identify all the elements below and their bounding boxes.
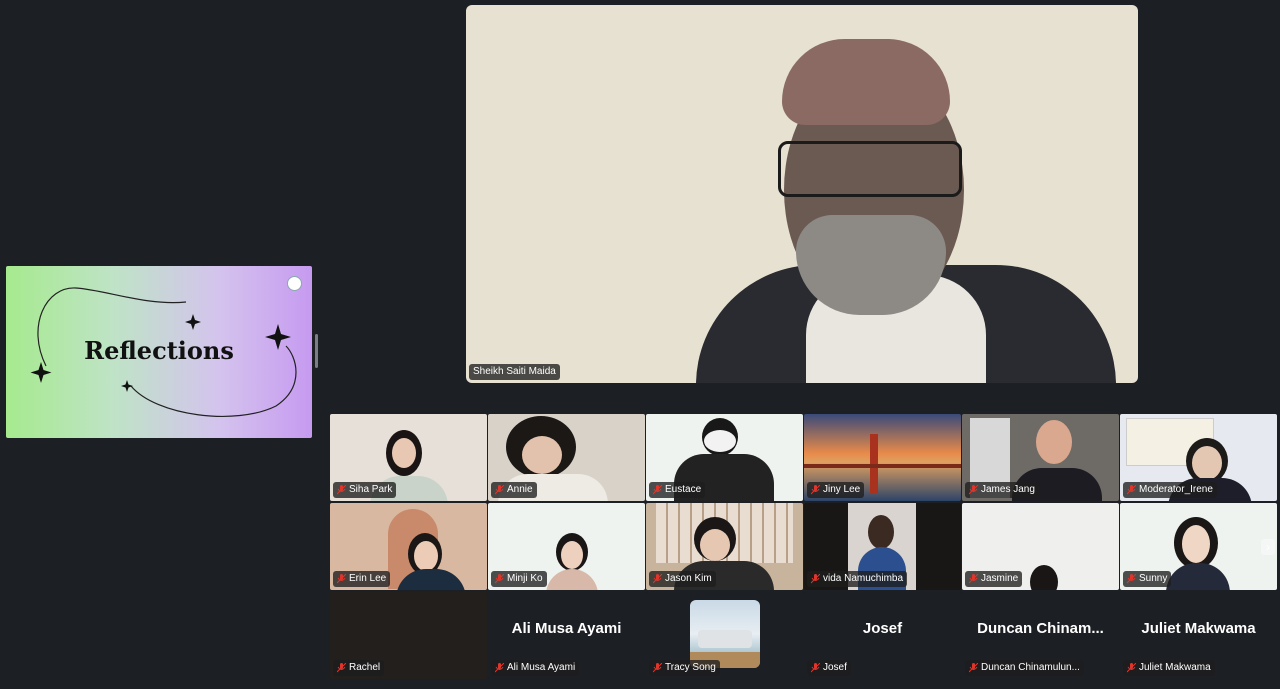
mic-muted-icon (1127, 662, 1136, 673)
mic-muted-icon (495, 573, 504, 584)
participant-name: vida Namuchimba (823, 573, 904, 584)
participant-tile[interactable]: Erin Lee (330, 503, 487, 590)
participant-tile[interactable]: Rachel (330, 592, 487, 679)
participant-tile[interactable]: › Sunny (1120, 503, 1277, 590)
mic-muted-icon (337, 484, 346, 495)
participant-tile[interactable]: Tracy Song (646, 592, 803, 679)
participant-tile[interactable]: Jason Kim (646, 503, 803, 590)
participant-tile[interactable]: Moderator_Irene (1120, 414, 1277, 501)
participant-name: James Jang (981, 484, 1035, 495)
participant-name: Annie (507, 484, 533, 495)
panel-resize-handle[interactable] (315, 334, 318, 368)
participant-tile[interactable]: Eustace (646, 414, 803, 501)
mic-muted-icon (969, 662, 978, 673)
participant-name: Moderator_Irene (1139, 484, 1213, 495)
mic-muted-icon (337, 662, 346, 673)
mic-muted-icon (1127, 484, 1136, 495)
participant-name: Ali Musa Ayami (507, 662, 576, 673)
participant-name: Jason Kim (665, 573, 712, 584)
participant-name: Rachel (349, 662, 381, 673)
slide-logo-icon (287, 276, 302, 291)
participant-display-name: Josef (862, 620, 903, 637)
slide-title: Reflections (84, 336, 234, 365)
participant-name: Siha Park (349, 484, 393, 495)
mic-muted-icon (969, 573, 978, 584)
mic-muted-icon (811, 573, 820, 584)
participant-name: Jasmine (981, 573, 1019, 584)
speaker-name: Sheikh Saiti Maida (473, 366, 556, 377)
participant-tile[interactable]: Annie (488, 414, 645, 501)
mic-muted-icon (653, 662, 662, 673)
participant-name: Jiny Lee (823, 484, 861, 495)
mic-muted-icon (1127, 573, 1136, 584)
participant-tile[interactable]: Ali Musa Ayami Ali Musa Ayami (488, 592, 645, 679)
mic-muted-icon (653, 484, 662, 495)
participant-tile[interactable]: Minji Ko (488, 503, 645, 590)
participant-tile[interactable]: Josef Josef (804, 592, 961, 679)
shared-screen-slide[interactable]: Reflections (6, 266, 312, 438)
chevron-right-icon[interactable]: › (1261, 539, 1275, 555)
participant-name: Duncan Chinamulun... (981, 662, 1080, 673)
participant-display-name: Juliet Makwama (1141, 620, 1256, 637)
mic-muted-icon (337, 573, 346, 584)
participant-name: Minji Ko (507, 573, 543, 584)
participant-name: Erin Lee (349, 573, 387, 584)
participant-name: Josef (823, 662, 847, 673)
speaker-figure (466, 5, 1138, 383)
participant-name: Sunny (1139, 573, 1168, 584)
speaker-name-tag: Sheikh Saiti Maida (469, 364, 560, 380)
mic-muted-icon (811, 662, 820, 673)
mic-muted-icon (653, 573, 662, 584)
avatar (689, 600, 760, 668)
participant-display-name: Ali Musa Ayami (511, 620, 622, 637)
participant-tile[interactable]: Jiny Lee (804, 414, 961, 501)
participant-tile[interactable]: Juliet Makwama Juliet Makwama (1120, 592, 1277, 679)
participant-name: Eustace (665, 484, 702, 495)
participant-tile[interactable]: Jasmine (962, 503, 1119, 590)
participant-tile[interactable]: Duncan Chinam... Duncan Chinamulun... (962, 592, 1119, 679)
participant-tile[interactable]: James Jang (962, 414, 1119, 501)
mic-muted-icon (495, 662, 504, 673)
participant-display-name: Duncan Chinam... (977, 620, 1104, 637)
participant-tile[interactable]: vida Namuchimba (804, 503, 961, 590)
participant-gallery: Siha Park Annie Eustace Jiny Lee James J… (330, 414, 1277, 682)
participant-tile[interactable]: Siha Park (330, 414, 487, 501)
participant-name: Juliet Makwama (1139, 662, 1211, 673)
mic-muted-icon (495, 484, 504, 495)
mic-muted-icon (969, 484, 978, 495)
active-speaker-video[interactable]: Sheikh Saiti Maida (466, 5, 1138, 383)
mic-muted-icon (811, 484, 820, 495)
participant-name: Tracy Song (665, 662, 716, 673)
